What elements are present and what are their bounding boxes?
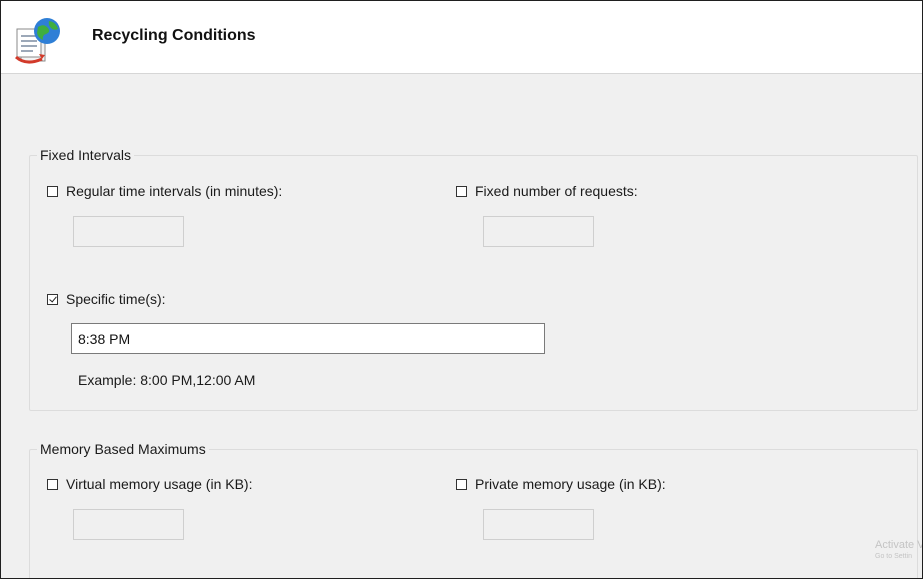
specific-times-example: Example: 8:00 PM,12:00 AM (78, 372, 256, 388)
watermark-line-1: Activate V (875, 539, 923, 551)
private-memory-input (483, 509, 594, 540)
watermark-line-2: Go to Settin (875, 553, 912, 560)
private-memory-checkbox-row[interactable]: Private memory usage (in KB): (456, 475, 666, 493)
regular-time-label: Regular time intervals (in minutes): (66, 183, 283, 199)
regular-time-input (73, 216, 184, 247)
specific-times-input[interactable] (71, 323, 545, 354)
memory-maximums-legend: Memory Based Maximums (37, 441, 209, 457)
fixed-requests-checkbox-row[interactable]: Fixed number of requests: (456, 182, 638, 200)
specific-times-checkbox-row[interactable]: Specific time(s): (47, 290, 166, 308)
virtual-memory-label: Virtual memory usage (in KB): (66, 476, 253, 492)
fixed-requests-input (483, 216, 594, 247)
recycle-app-pool-icon (14, 18, 60, 64)
specific-times-label: Specific time(s): (66, 291, 166, 307)
recycling-conditions-dialog: Recycling Conditions Fixed Intervals Reg… (0, 0, 923, 579)
activate-windows-watermark: Activate V Go to Settin (875, 539, 923, 561)
virtual-memory-checkbox-row[interactable]: Virtual memory usage (in KB): (47, 475, 252, 493)
regular-time-checkbox-row[interactable]: Regular time intervals (in minutes): (47, 182, 282, 200)
virtual-memory-checkbox[interactable] (47, 478, 58, 490)
fixed-intervals-legend: Fixed Intervals (37, 147, 135, 163)
private-memory-label: Private memory usage (in KB): (475, 476, 666, 492)
specific-times-checkbox[interactable] (47, 293, 58, 305)
fixed-requests-checkbox[interactable] (456, 185, 467, 197)
virtual-memory-input (73, 509, 184, 540)
page-title: Recycling Conditions (92, 27, 256, 44)
dialog-header: Recycling Conditions (1, 1, 922, 74)
private-memory-checkbox[interactable] (456, 478, 467, 490)
regular-time-checkbox[interactable] (47, 185, 58, 197)
fixed-requests-label: Fixed number of requests: (475, 183, 638, 199)
